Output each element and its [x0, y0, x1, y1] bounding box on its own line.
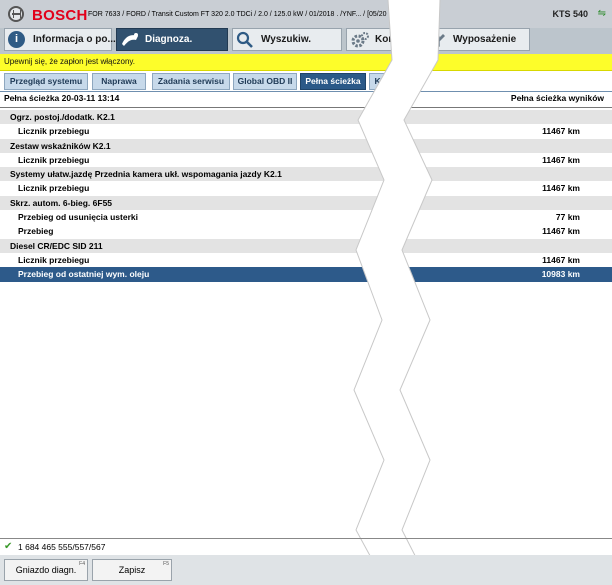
- table-group-row[interactable]: Skrz. autom. 6-bieg. 6F55: [0, 195, 612, 211]
- table-row-selected[interactable]: Przebieg od ostatniej wym. oleju 10983 km: [0, 267, 612, 282]
- header-divider: [0, 107, 612, 108]
- save-button[interactable]: Zapisz F5: [92, 559, 172, 581]
- sub-tab-bar: Przegląd systemu Naprawa Zadania serwisu…: [0, 73, 612, 92]
- ignition-notice: Upewnij się, że zapłon jest włączony.: [0, 54, 612, 71]
- brand-name: BOSCH: [32, 7, 88, 24]
- report-title: Pełna ścieżka wyników: [510, 93, 604, 103]
- diagnostic-socket-button[interactable]: Gniazdo diagn. F4: [4, 559, 88, 581]
- status-divider: [0, 538, 612, 539]
- subtab-repair[interactable]: Naprawa: [92, 73, 146, 90]
- group-label: Zestaw wskaźników K2.1: [10, 140, 111, 151]
- search-icon: [236, 31, 253, 48]
- row-value: 11467 km: [542, 183, 580, 194]
- table-group-row[interactable]: Ogrz. postoj./dodatk. K2.1: [0, 110, 612, 125]
- table-row[interactable]: Licznik przebiegu 11467 km: [0, 253, 612, 267]
- table-row[interactable]: Przebieg od usunięcia usterki 77 km: [0, 210, 612, 224]
- subtab-full-path[interactable]: Pełna ścieżka: [300, 73, 366, 90]
- row-value: 11467 km: [542, 154, 580, 165]
- bosch-logo-icon: [8, 6, 24, 22]
- check-icon: ✔: [4, 541, 13, 552]
- gear-icon: [350, 31, 369, 48]
- main-tab-bar: i Informacja o po... Diagnoza. Wyszukiw.…: [0, 28, 612, 54]
- info-icon: i: [8, 31, 25, 48]
- results-table: Ogrz. postoj./dodatk. K2.1 Licznik przeb…: [0, 110, 612, 282]
- row-label: Licznik przebiegu: [18, 154, 90, 165]
- subtab-system-overview[interactable]: Przegląd systemu: [4, 73, 88, 90]
- edit-icon: [428, 31, 445, 48]
- table-group-row[interactable]: Zestaw wskaźników K2.1: [0, 138, 612, 153]
- subtab-global-obd[interactable]: Global OBD II: [233, 73, 297, 90]
- subtab-divider: [0, 91, 612, 92]
- table-row[interactable]: Przebieg 11467 km: [0, 224, 612, 238]
- vehicle-info: FOR 7633 / FORD / Transit Custom FT 320 …: [88, 11, 387, 18]
- row-label: Licznik przebiegu: [18, 254, 90, 265]
- device-name: KTS 540: [552, 9, 588, 19]
- subtab-service-tasks[interactable]: Zadania serwisu: [152, 73, 230, 90]
- tab-vehicle-info[interactable]: i Informacja o po...: [4, 28, 116, 51]
- tab-label: Wyszukiw.: [261, 34, 312, 45]
- table-row[interactable]: Licznik przebiegu 11467 km: [0, 181, 612, 195]
- group-label: Ogrz. postoj./dodatk. K2.1: [10, 112, 115, 122]
- subtab-com[interactable]: Kom: [369, 73, 399, 90]
- tab-label: Wyposażenie: [453, 34, 517, 45]
- table-group-row[interactable]: Diesel CR/EDC SID 211: [0, 238, 612, 253]
- stethoscope-icon: [120, 31, 138, 48]
- row-label: Przebieg od ostatniej wym. oleju: [18, 269, 150, 280]
- tab-label: Kon: [375, 34, 395, 45]
- function-key-hint: F4: [79, 561, 85, 567]
- table-row[interactable]: Licznik przebiegu 11467 km: [0, 124, 612, 138]
- tab-diagnosis[interactable]: Diagnoza.: [116, 28, 228, 51]
- tab-label: Diagnoza.: [145, 34, 193, 45]
- title-bar: BOSCH FOR 7633 / FORD / Transit Custom F…: [0, 0, 612, 28]
- row-value: 10983 km: [541, 269, 580, 280]
- function-key-hint: F5: [163, 561, 169, 567]
- row-label: Przebieg od usunięcia usterki: [18, 212, 138, 223]
- tab-search[interactable]: Wyszukiw.: [232, 28, 342, 51]
- footer-bar: Gniazdo diagn. F4 Zapisz F5: [0, 555, 612, 585]
- row-value: 11467 km: [542, 226, 580, 237]
- row-value: 11467 km: [542, 254, 580, 265]
- status-text: 1 684 465 555/557/567: [18, 542, 106, 552]
- row-label: Licznik przebiegu: [18, 126, 90, 137]
- report-header: Pełna ścieżka 20-03-11 13:14: [4, 93, 120, 103]
- row-label: Licznik przebiegu: [18, 183, 90, 194]
- button-label: Gniazdo diagn.: [15, 565, 77, 575]
- row-value: 11467 km: [542, 126, 580, 137]
- group-label: Systemy ułatw.jazdę Przednia kamera ukł.…: [10, 169, 282, 180]
- tab-configuration[interactable]: Kon: [346, 28, 420, 51]
- group-label: Diesel CR/EDC SID 211: [10, 240, 103, 251]
- table-row[interactable]: Licznik przebiegu 11467 km: [0, 153, 612, 167]
- row-label: Przebieg: [18, 226, 54, 237]
- notice-text: Upewnij się, że zapłon jest włączony.: [4, 57, 136, 66]
- tab-equipment[interactable]: Wyposażenie: [424, 28, 530, 51]
- row-value: 77 km: [555, 212, 580, 223]
- group-label: Skrz. autom. 6-bieg. 6F55: [10, 197, 113, 208]
- usb-connection-icon: ⇋: [597, 8, 606, 19]
- table-group-row[interactable]: Systemy ułatw.jazdę Przednia kamera ukł.…: [0, 167, 612, 182]
- button-label: Zapisz: [118, 565, 146, 575]
- tab-label: Informacja o po...: [33, 34, 116, 45]
